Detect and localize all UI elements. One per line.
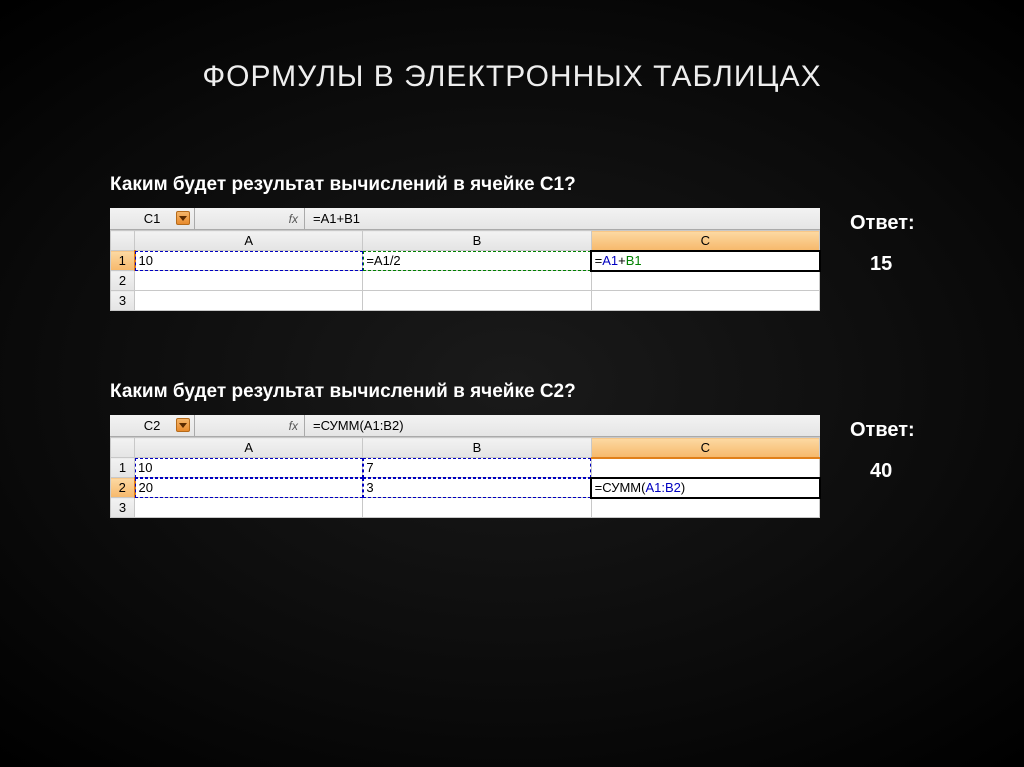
fx-zone-2: fx [195, 415, 305, 436]
col-header-a-2[interactable]: A [135, 438, 363, 458]
cell-b2[interactable] [363, 271, 591, 291]
cell-c2[interactable] [591, 271, 819, 291]
answer-block-1: Ответ: 15 [850, 208, 915, 276]
answer-block-2: Ответ: 40 [850, 415, 915, 483]
name-box-1[interactable]: C1 [110, 208, 195, 229]
formula-text-2[interactable]: =СУММ(A1:B2) [305, 418, 404, 433]
cell-a3b[interactable] [135, 498, 363, 518]
fx-icon[interactable]: fx [289, 212, 298, 226]
slide-title: ФОРМУЛЫ В ЭЛЕКТРОННЫХ ТАБЛИЦАХ [0, 0, 1024, 94]
answer-label-1: Ответ: [850, 212, 915, 235]
corner-cell[interactable] [111, 231, 135, 251]
slide-content: Каким будет результат вычислений в ячейк… [0, 94, 1024, 518]
name-box-dropdown-icon-2[interactable] [176, 418, 190, 432]
row-header-2b[interactable]: 2 [111, 478, 135, 498]
col-header-c-2[interactable]: C [591, 438, 819, 458]
grid-2: A B C 1 10 7 2 20 3 =СУММ(A1:B2) 3 [110, 437, 820, 518]
fx-icon-2[interactable]: fx [289, 419, 298, 433]
cell-c3[interactable] [591, 291, 819, 311]
grid-1: A B C 1 10 =A1/2 =A1+B1 2 3 [110, 230, 820, 311]
question-1: Каким будет результат вычислений в ячейк… [110, 174, 944, 196]
c1-ref-a1: A1 [602, 253, 618, 268]
cell-a2b[interactable]: 20 [135, 478, 363, 498]
cell-c1b[interactable] [591, 458, 819, 478]
answer-value-2: 40 [870, 460, 915, 483]
formula-bar-1: C1 fx =A1+B1 [110, 208, 820, 230]
cell-b1[interactable]: =A1/2 [363, 251, 591, 271]
c1-plus: + [618, 253, 626, 268]
cell-a1[interactable]: 10 [135, 251, 363, 271]
c2-eq: =СУММ( [595, 480, 646, 495]
col-header-c[interactable]: C [591, 231, 819, 251]
excel-block-1: C1 fx =A1+B1 A B C 1 10 [110, 208, 820, 311]
cell-a1b[interactable]: 10 [135, 458, 363, 478]
cell-c2b[interactable]: =СУММ(A1:B2) [591, 478, 819, 498]
row-header-3[interactable]: 3 [111, 291, 135, 311]
excel-block-2: C2 fx =СУММ(A1:B2) A B C 1 10 [110, 415, 820, 518]
col-header-a[interactable]: A [135, 231, 363, 251]
question-2: Каким будет результат вычислений в ячейк… [110, 381, 944, 403]
col-header-b[interactable]: B [363, 231, 591, 251]
c2-range: A1:B2 [645, 480, 680, 495]
answer-value-1: 15 [870, 253, 915, 276]
name-box-value-2: C2 [144, 418, 161, 433]
row-header-2[interactable]: 2 [111, 271, 135, 291]
c1-ref-b1: B1 [626, 253, 642, 268]
c2-close: ) [681, 480, 685, 495]
cell-c3b[interactable] [591, 498, 819, 518]
name-box-2[interactable]: C2 [110, 415, 195, 436]
row-header-1b[interactable]: 1 [111, 458, 135, 478]
cell-b3b[interactable] [363, 498, 591, 518]
corner-cell-2[interactable] [111, 438, 135, 458]
cell-a2[interactable] [135, 271, 363, 291]
row-header-3b[interactable]: 3 [111, 498, 135, 518]
name-box-value: C1 [144, 211, 161, 226]
fx-zone-1: fx [195, 208, 305, 229]
col-header-b-2[interactable]: B [363, 438, 591, 458]
name-box-dropdown-icon[interactable] [176, 211, 190, 225]
cell-b3[interactable] [363, 291, 591, 311]
formula-bar-2: C2 fx =СУММ(A1:B2) [110, 415, 820, 437]
answer-label-2: Ответ: [850, 419, 915, 442]
cell-b2b[interactable]: 3 [363, 478, 591, 498]
formula-text-1[interactable]: =A1+B1 [305, 211, 360, 226]
row-header-1[interactable]: 1 [111, 251, 135, 271]
cell-b1b[interactable]: 7 [363, 458, 591, 478]
cell-c1[interactable]: =A1+B1 [591, 251, 819, 271]
cell-a3[interactable] [135, 291, 363, 311]
